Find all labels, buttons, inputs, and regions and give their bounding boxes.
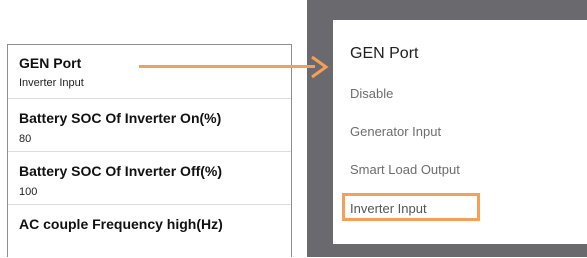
setting-title: Battery SOC Of Inverter On(%) xyxy=(19,110,222,126)
setting-value: 80 xyxy=(19,133,32,145)
option-disable[interactable]: Disable xyxy=(350,86,393,101)
setting-title: Battery SOC Of Inverter Off(%) xyxy=(19,163,223,179)
setting-ac-couple-freq-high[interactable]: AC couple Frequency high(Hz) xyxy=(8,204,291,258)
setting-title: GEN Port xyxy=(19,55,82,71)
setting-value: Inverter Input xyxy=(19,77,84,89)
option-generator-input[interactable]: Generator Input xyxy=(350,124,441,139)
dialog-title: GEN Port xyxy=(350,45,419,62)
setting-value: 100 xyxy=(19,186,38,198)
annotation-arrow-line xyxy=(139,65,315,68)
setting-gen-port[interactable]: GEN Port Inverter Input xyxy=(8,45,291,99)
annotation-highlight-box xyxy=(342,193,480,221)
settings-list: GEN Port Inverter Input Battery SOC Of I… xyxy=(7,44,292,257)
option-smart-load-output[interactable]: Smart Load Output xyxy=(350,162,460,177)
setting-battery-soc-on[interactable]: Battery SOC Of Inverter On(%) 80 xyxy=(8,98,291,152)
setting-title: AC couple Frequency high(Hz) xyxy=(19,216,223,232)
annotation-arrow-icon xyxy=(311,55,329,79)
setting-battery-soc-off[interactable]: Battery SOC Of Inverter Off(%) 100 xyxy=(8,151,291,205)
